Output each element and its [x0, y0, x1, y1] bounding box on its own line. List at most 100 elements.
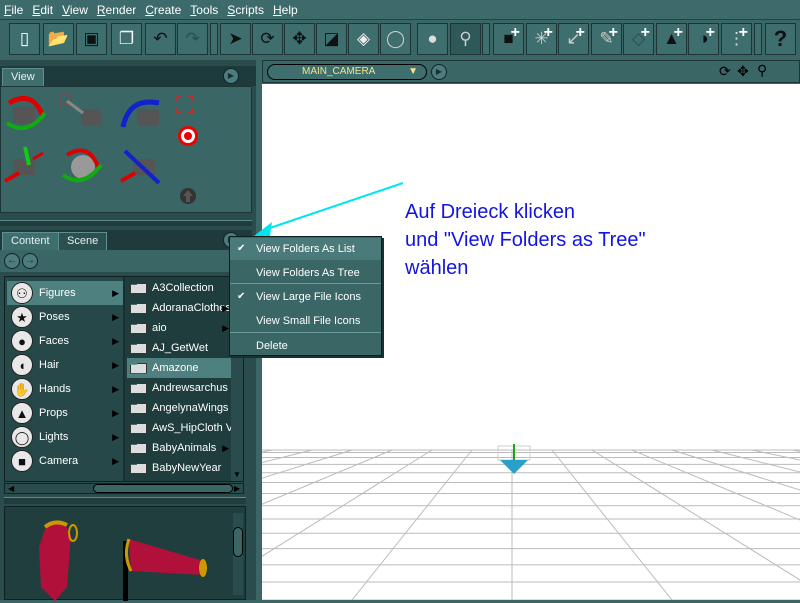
help-button[interactable]: ? [765, 23, 796, 55]
orbit-camera-icon[interactable] [3, 93, 51, 135]
menu-item-view-large-file-icons[interactable]: ✔ View Large File Icons [230, 286, 381, 308]
tab-view[interactable]: View [2, 68, 44, 86]
scene-object-gizmo[interactable] [496, 442, 532, 478]
category-poses[interactable]: ★ Poses ▶ [7, 305, 123, 329]
category-lights[interactable]: ◯ Lights ▶ [7, 425, 123, 449]
annotation-text: Auf Dreieck klicken und "View Folders as… [405, 198, 646, 282]
menu-separator [230, 332, 381, 333]
folder-item[interactable]: AngelynaWings [127, 398, 231, 418]
universal-tool-button[interactable]: ◈ [348, 23, 379, 55]
submenu-arrow-icon: ▶ [112, 407, 119, 418]
menu-tools[interactable]: Tools [190, 3, 218, 17]
panel-splitter[interactable] [0, 220, 252, 226]
swimsuit-thumbnail[interactable] [35, 517, 95, 601]
render-button[interactable]: ● [417, 23, 448, 55]
up-arrow-icon[interactable] [179, 187, 197, 205]
bracer-thumbnail[interactable] [119, 531, 209, 601]
folder-item[interactable]: AdoranaClothes ▶ [127, 298, 231, 318]
category-hands[interactable]: ✋ Hands ▶ [7, 377, 123, 401]
create-camera-button[interactable]: ■ + [493, 23, 524, 55]
hand-icon: ✋ [11, 378, 33, 400]
create-distant-light-button[interactable]: ↙ + [558, 23, 589, 55]
category-props[interactable]: ▲ Props ▶ [7, 401, 123, 425]
roll-camera-icon[interactable] [119, 93, 167, 135]
menu-item-view-small-file-icons[interactable]: View Small File Icons [230, 310, 381, 332]
camera-selector[interactable]: MAIN_CAMERA ▼ [267, 64, 427, 80]
folder-label: Andrewsarchus [152, 382, 228, 394]
dolly-camera-icon[interactable] [59, 93, 107, 135]
rotate-tool-button[interactable]: ⟳ [252, 23, 283, 55]
folder-item[interactable]: BabyAnimals ▶ [127, 438, 231, 458]
menu-help[interactable]: Help [273, 3, 298, 17]
category-hair[interactable]: ◖ Hair ▶ [7, 353, 123, 377]
tab-content[interactable]: Content [2, 232, 59, 250]
category-camera[interactable]: ■ Camera ▶ [7, 449, 123, 473]
spot-render-button[interactable]: ◯ [380, 23, 411, 55]
translate-tool-button[interactable]: ✥ [284, 23, 315, 55]
merge-button[interactable]: ❐ [111, 23, 142, 55]
folder-item[interactable]: aio ▶ [127, 318, 231, 338]
category-label: Hair [39, 359, 60, 371]
view-panel-menu-button[interactable]: ▶ [223, 68, 239, 84]
folder-item[interactable]: A3Collection [127, 278, 231, 298]
folder-item[interactable]: AwS_HipCloth V [127, 418, 231, 438]
menu-render[interactable]: Render [97, 3, 136, 17]
view-controls [0, 86, 252, 213]
save-button[interactable]: ▣ [76, 23, 107, 55]
category-faces[interactable]: ● Faces ▶ [7, 329, 123, 353]
props-icon: ▲ [11, 402, 33, 424]
select-tool-button[interactable]: ➤ [220, 23, 251, 55]
forward-button[interactable]: → [22, 253, 38, 269]
pan-view-icon[interactable]: ✥ [737, 63, 749, 80]
folder-icon [130, 342, 147, 354]
menu-create[interactable]: Create [145, 3, 181, 17]
submenu-arrow-icon: ▶ [222, 322, 229, 333]
content-browser: ⚇ Figures ▶ ★ Poses ▶ ● Faces ▶ ◖ Hair ▶ ✋ Hands ▶ ▲ Pro… [4, 276, 244, 482]
back-button[interactable]: ← [4, 253, 20, 269]
menu-scripts[interactable]: Scripts [227, 3, 264, 17]
menu-edit[interactable]: Edit [32, 3, 53, 17]
figure-icon: ⚇ [11, 282, 33, 304]
arrow-right-icon: → [25, 255, 35, 266]
redo-button[interactable]: ↷ [177, 23, 208, 55]
folder-item[interactable]: AJ_GetWet [127, 338, 231, 358]
target-icon[interactable] [177, 125, 199, 147]
viewport-menu-button[interactable]: ▶ [431, 64, 447, 80]
menu-item-delete[interactable]: Delete [230, 335, 381, 357]
menu-view[interactable]: View [62, 3, 88, 17]
submenu-arrow-icon: ▶ [222, 302, 229, 313]
open-button[interactable]: 📂 [43, 23, 74, 55]
folder-item[interactable]: Andrewsarchus [127, 378, 231, 398]
category-figures[interactable]: ⚇ Figures ▶ [7, 281, 123, 305]
create-primitive-button[interactable]: ▲ + [656, 23, 687, 55]
folder-item[interactable]: Amazone [127, 358, 231, 378]
preview-splitter[interactable] [4, 497, 246, 504]
create-material-button[interactable]: ◑ + [688, 23, 719, 55]
folder-item[interactable]: BabyNewYear [127, 458, 231, 478]
bone-tool-button[interactable]: ⚲ [450, 23, 481, 55]
scale-tool-button[interactable]: ◪ [316, 23, 347, 55]
pan-camera-icon[interactable] [3, 145, 51, 187]
create-spotlight-button[interactable]: ✎ + [591, 23, 622, 55]
scroll-thumb[interactable] [93, 484, 233, 493]
horizontal-scrollbar[interactable]: ◀ ▶ [4, 483, 244, 494]
orbit-object-icon[interactable] [59, 145, 107, 187]
tab-scene[interactable]: Scene [58, 232, 108, 250]
menu-item-view-folders-as-tree[interactable]: View Folders As Tree [230, 262, 381, 284]
category-list: ⚇ Figures ▶ ★ Poses ▶ ● Faces ▶ ◖ Hair ▶ ✋ Hands ▶ ▲ Pro… [5, 277, 125, 481]
undo-button[interactable]: ↶ [145, 23, 176, 55]
category-label: Figures [39, 287, 76, 299]
translate-camera-icon[interactable] [119, 145, 167, 187]
create-null-button[interactable]: ◇ + [623, 23, 654, 55]
new-file-button[interactable]: ▯ [9, 23, 40, 55]
frame-icon[interactable] [173, 93, 197, 117]
menu-file[interactable]: File [4, 3, 23, 17]
scroll-down-icon: ▼ [233, 470, 241, 479]
create-group-button[interactable]: ⋮ + [721, 23, 752, 55]
zoom-view-icon[interactable]: ⚲ [757, 62, 767, 79]
orbit-view-icon[interactable]: ⟳ [719, 63, 731, 80]
scroll-thumb[interactable] [233, 527, 243, 557]
create-point-light-button[interactable]: ✳ + [526, 23, 557, 55]
preview-scrollbar[interactable] [233, 513, 243, 595]
scroll-left-icon: ◀ [8, 484, 15, 493]
